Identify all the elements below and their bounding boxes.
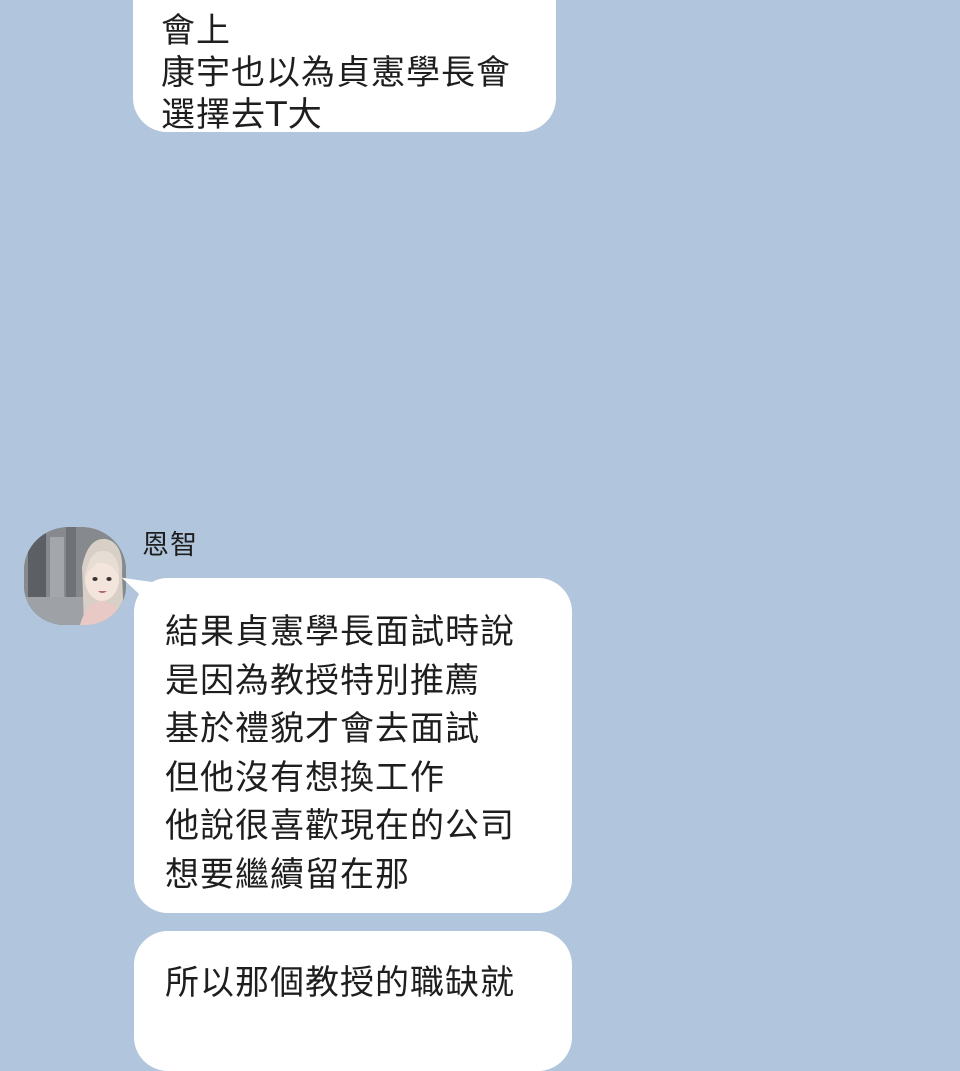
message-line: 所以那個教授的職缺就	[165, 963, 515, 1003]
sender-name: 恩智	[142, 530, 198, 561]
message-line: 會上	[161, 11, 231, 51]
message-line: 他說很喜歡現在的公司	[165, 806, 515, 846]
message-line: 想要繼續留在那	[165, 854, 410, 895]
message-line: 是因為教授特別推薦	[165, 660, 480, 701]
avatar-icon	[24, 527, 126, 625]
message-line: 但他沒有想換工作	[165, 757, 445, 798]
message-line: 結果貞憲學長面試時說	[165, 612, 515, 652]
message-line: 康宇也以為貞憲學長會	[161, 53, 511, 93]
message-bubble[interactable]: 所以那個教授的職缺就	[134, 931, 572, 1071]
message-bubble[interactable]: 結果貞憲學長面試時說 是因為教授特別推薦 基於禮貌才會去面試 但他沒有想換工作 …	[134, 578, 572, 913]
message-line: 基於禮貌才會去面試	[165, 709, 480, 749]
message-line: 選擇去T大	[161, 95, 323, 135]
message-bubble[interactable]: 會上 康宇也以為貞憲學長會 選擇去T大	[133, 0, 556, 135]
avatar[interactable]	[24, 527, 126, 625]
